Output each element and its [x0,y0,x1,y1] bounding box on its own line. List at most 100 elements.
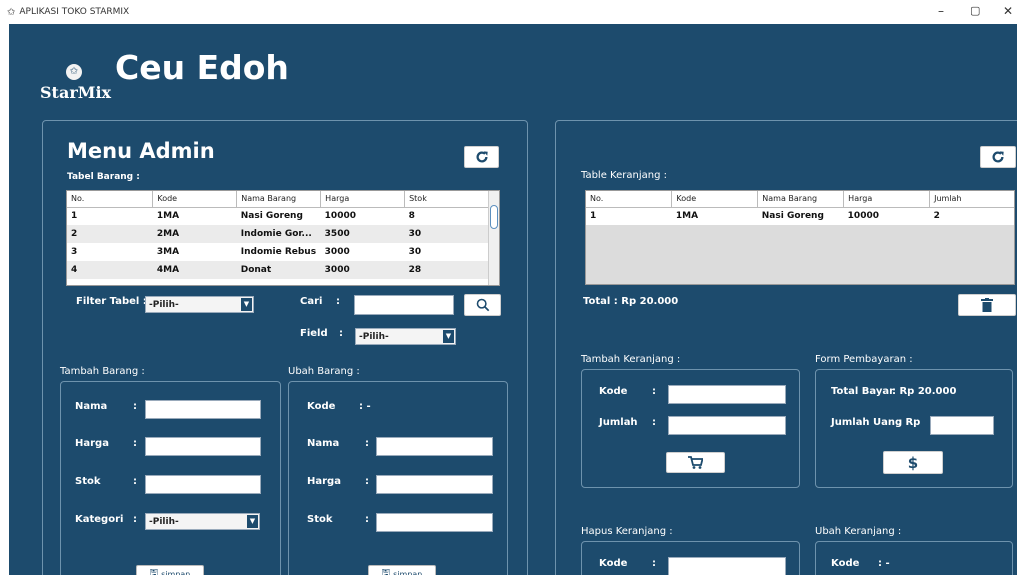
kategori-select[interactable]: -Pilih- ▼ [145,513,260,530]
ubah-stok-input[interactable] [376,513,493,532]
field-select[interactable]: -Pilih- ▼ [355,328,456,345]
filter-select[interactable]: -Pilih- ▼ [145,296,254,313]
table-scrollbar[interactable] [488,191,499,285]
store-name: Ceu Edoh [115,48,289,87]
column-header[interactable]: Nama Barang [757,191,845,208]
colon-label: : [652,417,656,428]
maximize-button[interactable]: ▢ [970,4,980,17]
colon-label: : [133,401,137,412]
colon-label: : [133,438,137,449]
jumlah-uang-prefix: : Rp [898,417,921,428]
table-cell: Nasi Goreng [236,207,321,225]
scrollbar-thumb[interactable] [490,205,498,229]
refresh-button[interactable] [464,146,499,168]
add-to-cart-button[interactable] [666,452,725,473]
window-title: APLIKASI TOKO STARMIX [19,7,130,17]
table-cell: Nasi Goreng [757,207,844,225]
column-header[interactable]: Harga [843,191,931,208]
nama-label: Nama [75,401,108,412]
table-cell: 1MA [671,207,758,225]
keranjang-jumlah-input[interactable] [668,416,786,435]
table-keranjang-grid: No. Kode Nama Barang Harga Jumlah 1 1MA … [586,191,1014,225]
jumlah-label: Jumlah [599,417,638,428]
cari-label: Cari [300,296,323,307]
refresh-icon [476,151,488,163]
table-header: No. Kode Nama Barang Harga Stok [67,191,489,208]
nama-input[interactable] [145,400,261,419]
total-bayar-value: : Rp 20.000 [892,386,957,397]
simpan-label: simpan [161,569,191,575]
column-header[interactable]: Harga [320,191,406,208]
table-row[interactable]: 4 4MA Donat 3000 28 [67,261,489,279]
table-cell: 4MA [152,261,237,279]
table-cell: 1MA [152,207,237,225]
minimize-button[interactable]: – [938,4,944,18]
tabel-barang-label: Tabel Barang : [67,172,140,182]
table-row[interactable]: 2 2MA Indomie Gor... 3500 30 [67,225,489,243]
pay-button[interactable]: $ [883,451,943,474]
table-cell: 2 [67,225,153,243]
table-cell: 8 [404,207,489,225]
save-icon: 🖫 [381,567,391,575]
stok-input[interactable] [145,475,261,494]
jumlah-uang-input[interactable] [930,416,994,435]
total-label: Total : Rp 20.000 [583,296,679,307]
column-header[interactable]: No. [67,191,154,208]
save-icon: 🖫 [149,567,159,575]
kode-value: : - [359,401,371,412]
main-window: ✩ StarMix Ceu Edoh Menu Admin Tabel Bara… [9,24,1017,575]
table-cell: 10000 [320,207,405,225]
kode-value: : - [878,558,890,569]
harga-input[interactable] [145,437,261,456]
ubah-harga-input[interactable] [376,475,493,494]
logo-text: StarMix [40,83,112,102]
table-cell: Donat [236,261,321,279]
table-cell: 1 [67,207,153,225]
table-cell: 2MA [152,225,237,243]
column-header[interactable]: Stok [404,191,489,208]
tabel-barang[interactable]: No. Kode Nama Barang Harga Stok 1 1MA Na… [66,190,500,286]
search-button[interactable] [464,294,501,316]
cari-input[interactable] [354,295,454,315]
tabel-barang-grid: No. Kode Nama Barang Harga Stok 1 1MA Na… [67,191,489,279]
column-header[interactable]: Nama Barang [236,191,322,208]
table-cell: 4 [67,261,153,279]
simpan-tambah-button[interactable]: 🖫 simpan [136,565,204,575]
filter-label: Filter Tabel : [76,296,147,307]
column-header[interactable]: Kode [671,191,759,208]
keranjang-kode-input[interactable] [668,385,786,404]
table-keranjang[interactable]: No. Kode Nama Barang Harga Jumlah 1 1MA … [585,190,1015,285]
refresh-cart-button[interactable] [980,146,1016,168]
field-colon: : [339,328,343,339]
delete-cart-button[interactable] [958,294,1016,316]
column-header[interactable]: Kode [152,191,238,208]
harga-label: Harga [75,438,109,449]
chevron-down-icon: ▼ [247,515,258,528]
dollar-icon: $ [907,453,919,472]
field-value: -Pilih- [359,332,389,342]
close-button[interactable]: ✕ [1003,4,1013,18]
total-bayar-label: Total Bayar [831,386,895,397]
table-cell: 3MA [152,243,237,261]
jumlah-uang-label: Jumlah Uang [831,417,903,428]
table-row[interactable]: 1 1MA Nasi Goreng 10000 2 [586,207,1014,225]
table-row[interactable]: 1 1MA Nasi Goreng 10000 8 [67,207,489,225]
refresh-icon [992,151,1004,163]
simpan-ubah-button[interactable]: 🖫 simpan [368,565,436,575]
hapus-kode-input[interactable] [668,557,786,575]
table-cell: 10000 [843,207,930,225]
kode-label: Kode [599,386,628,397]
ubah-nama-input[interactable] [376,437,493,456]
ubah-keranjang-label: Ubah Keranjang : [815,526,902,537]
nama-label: Nama [307,438,340,449]
column-header[interactable]: No. [586,191,673,208]
column-header[interactable]: Jumlah [929,191,1014,208]
colon-label: : [365,476,369,487]
cart-panel [555,120,1017,575]
table-row[interactable]: 3 3MA Indomie Rebus 3000 30 [67,243,489,261]
cari-colon: : [336,296,340,307]
stok-label: Stok [307,514,333,525]
table-cell: Indomie Gor... [236,225,321,243]
colon-label: : [652,386,656,397]
kode-label: Kode [599,558,628,569]
